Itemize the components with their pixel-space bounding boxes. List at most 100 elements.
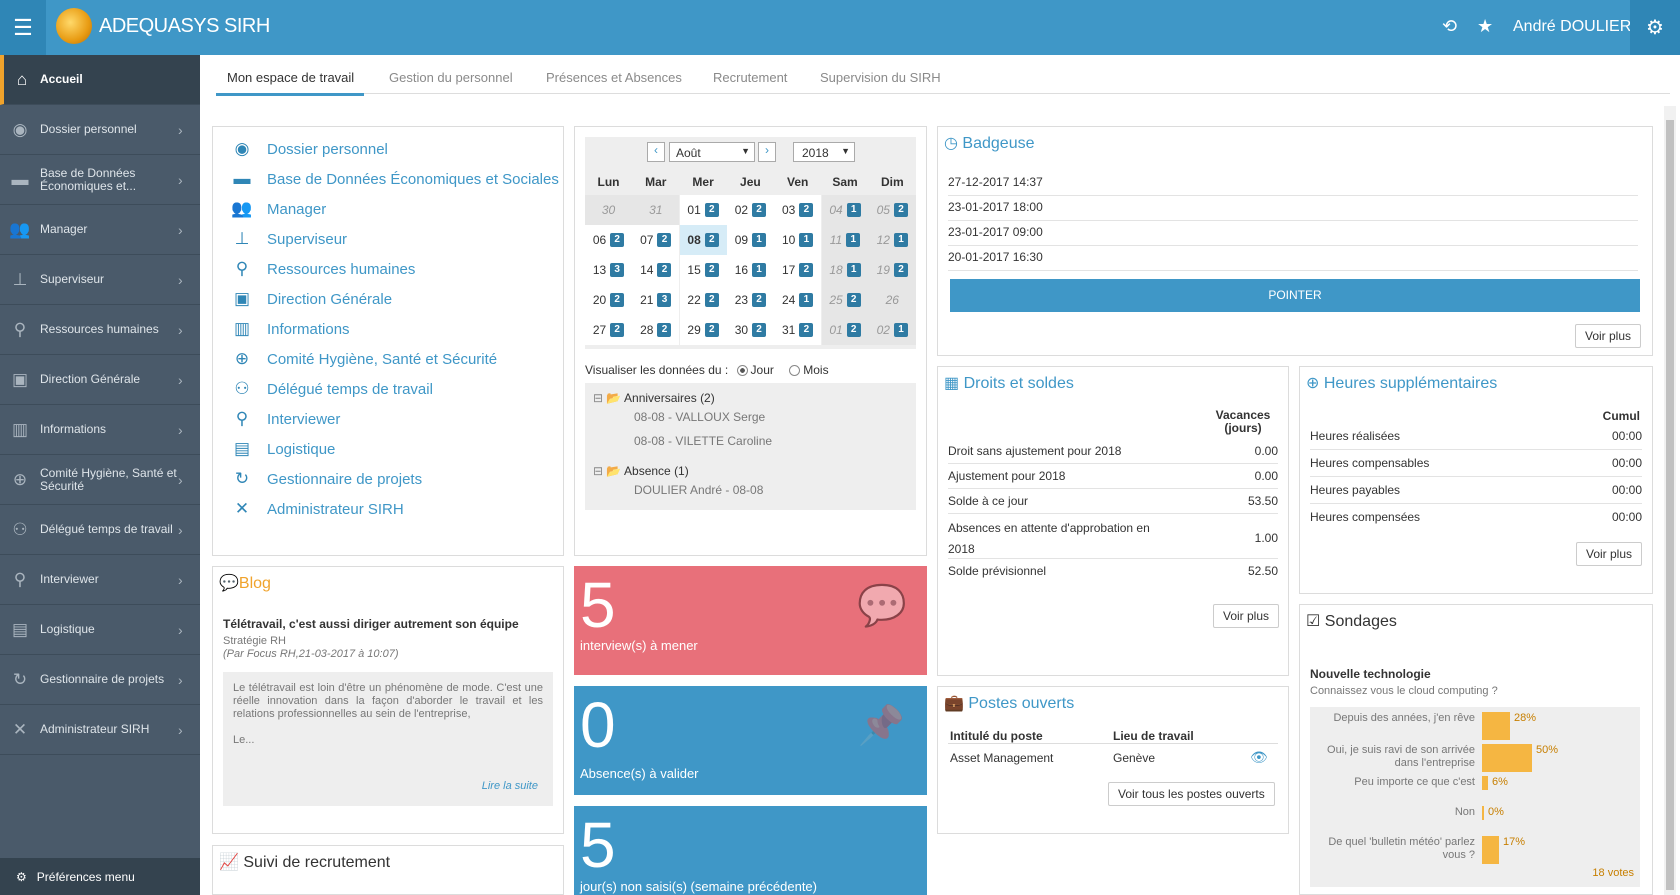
tab-recrutement[interactable]: Recrutement — [713, 70, 787, 85]
year-select[interactable]: 2018 ▼ — [793, 142, 855, 162]
calendar-day[interactable]: 16 1 — [726, 255, 774, 285]
sidebar-item-7[interactable]: ▥ Informations › — [0, 405, 200, 455]
calendar-day[interactable]: 24 1 — [774, 285, 822, 315]
calendar-day[interactable]: 04 1 — [821, 195, 869, 225]
sidebar-item-2[interactable]: ▬ Base de Données Économiques et... › — [0, 155, 200, 205]
calendar-day[interactable]: 30 — [585, 195, 632, 225]
blog-post-title[interactable]: Télétravail, c'est aussi diriger autreme… — [223, 617, 519, 631]
tile-absences[interactable]: 0 Absence(s) à valider 📌 — [574, 686, 927, 795]
workspace-link-10[interactable]: ▤ Logistique — [231, 439, 335, 459]
calendar-day[interactable]: 22 2 — [679, 285, 727, 315]
calendar-day[interactable]: 18 1 — [821, 255, 869, 285]
calendar-day[interactable]: 08 2 — [679, 225, 727, 255]
star-icon[interactable]: ★ — [1477, 16, 1493, 37]
calendar-day[interactable]: 02 1 — [868, 315, 916, 345]
calendar-day[interactable]: 30 2 — [726, 315, 774, 345]
lire-la-suite-link[interactable]: Lire la suite — [482, 780, 538, 793]
calendar-day[interactable]: 15 2 — [679, 255, 727, 285]
pointer-button[interactable]: POINTER — [950, 279, 1640, 312]
sidebar-item-1[interactable]: ◉ Dossier personnel › — [0, 105, 200, 155]
sidebar-item-13[interactable]: ✕ Administrateur SIRH › — [0, 705, 200, 755]
voir-plus-button[interactable]: Voir plus — [1575, 324, 1642, 348]
voir-plus-button[interactable]: Voir plus — [1213, 604, 1280, 628]
calendar-day[interactable]: 07 2 — [632, 225, 680, 255]
tab-presences-absences[interactable]: Présences et Absences — [546, 70, 682, 85]
sidebar-item-3[interactable]: 👥 Manager › — [0, 205, 200, 255]
next-month-chevron-icon[interactable]: › — [758, 142, 776, 162]
workspace-link-12[interactable]: ✕ Administrateur SIRH — [231, 499, 404, 519]
sidebar-item-4[interactable]: ⊥ Superviseur › — [0, 255, 200, 305]
calendar-day[interactable]: 26 — [868, 285, 916, 315]
calendar-day[interactable]: 21 3 — [632, 285, 680, 315]
scrollbar-thumb[interactable] — [1666, 120, 1674, 890]
workspace-link-1[interactable]: ▬ Base de Données Économiques et Sociales — [231, 169, 559, 189]
sidebar-item-5[interactable]: ⚲ Ressources humaines › — [0, 305, 200, 355]
eye-icon[interactable]: 👁 — [1250, 749, 1268, 766]
calendar-day[interactable]: 01 2 — [679, 195, 727, 225]
workspace-link-7[interactable]: ⊕ Comité Hygiène, Santé et Sécurité — [231, 349, 497, 369]
calendar-day[interactable]: 12 1 — [868, 225, 916, 255]
calendar-day[interactable]: 03 2 — [774, 195, 822, 225]
poll-percent: 50% — [1536, 744, 1559, 756]
calendar-day[interactable]: 09 1 — [726, 225, 774, 255]
tree-item: 08-08 - VILETTE Caroline — [634, 434, 773, 448]
voir-tous-postes-button[interactable]: Voir tous les postes ouverts — [1108, 782, 1275, 806]
calendar-day[interactable]: 31 — [632, 195, 680, 225]
calendar-day[interactable]: 27 2 — [585, 315, 632, 345]
history-icon[interactable]: ⟲ — [1442, 16, 1457, 37]
sidebar-item-9[interactable]: ⚇ Délégué temps de travail › — [0, 505, 200, 555]
calendar-day[interactable]: 20 2 — [585, 285, 632, 315]
tree-absence[interactable]: ⊟ 📂 Absence (1) — [593, 464, 689, 478]
scrollbar[interactable] — [1664, 106, 1676, 895]
settings-gear-icon[interactable]: ⚙ — [1630, 0, 1680, 55]
calendar-day[interactable]: 06 2 — [585, 225, 632, 255]
user-menu[interactable]: André DOULIER ▼ — [1513, 18, 1646, 36]
workspace-link-6[interactable]: ▥ Informations — [231, 319, 350, 339]
month-select[interactable]: Août ▼ — [669, 142, 755, 162]
workspace-link-11[interactable]: ↻ Gestionnaire de projets — [231, 469, 422, 489]
preferences-menu-button[interactable]: ⚙ Préférences menu — [0, 858, 200, 895]
sidebar-item-11[interactable]: ▤ Logistique › — [0, 605, 200, 655]
sidebar-item-10[interactable]: ⚲ Interviewer › — [0, 555, 200, 605]
tile-number: 5 — [580, 569, 616, 641]
calendar-day[interactable]: 05 2 — [868, 195, 916, 225]
radio-mois[interactable] — [789, 365, 801, 376]
calendar-day[interactable]: 01 2 — [821, 315, 869, 345]
calendar-day[interactable]: 14 2 — [632, 255, 680, 285]
radio-jour[interactable] — [736, 365, 748, 376]
sidebar-item-6[interactable]: ▣ Direction Générale › — [0, 355, 200, 405]
workspace-link-3[interactable]: ⊥ Superviseur — [231, 229, 347, 249]
prev-month-chevron-icon[interactable]: ‹ — [647, 142, 665, 162]
calendar-day[interactable]: 11 1 — [821, 225, 869, 255]
calendar-day[interactable]: 19 2 — [868, 255, 916, 285]
workspace-link-9[interactable]: ⚲ Interviewer — [231, 409, 341, 429]
tab-supervision[interactable]: Supervision du SIRH — [820, 70, 941, 85]
calendar-day[interactable]: 13 3 — [585, 255, 632, 285]
workspace-link-4[interactable]: ⚲ Ressources humaines — [231, 259, 416, 279]
plus-square-icon: ⊕ — [12, 469, 28, 489]
sidebar-item-12[interactable]: ↻ Gestionnaire de projets › — [0, 655, 200, 705]
voir-plus-button[interactable]: Voir plus — [1576, 542, 1643, 566]
calendar-day[interactable]: 23 2 — [726, 285, 774, 315]
sidebar-item-8[interactable]: ⊕ Comité Hygiène, Santé et Sécurité › — [0, 455, 200, 505]
tile-jours-non-saisis[interactable]: 5 jour(s) non saisi(s) (semaine précéden… — [574, 806, 927, 895]
calendar-day[interactable]: 02 2 — [726, 195, 774, 225]
tile-interviews[interactable]: 5 interview(s) à mener 💬 — [574, 566, 927, 675]
event-count-badge: 2 — [846, 293, 861, 307]
calendar-day[interactable]: 31 2 — [774, 315, 822, 345]
calendar-day[interactable]: 29 2 — [679, 315, 727, 345]
calendar-day[interactable]: 28 2 — [632, 315, 680, 345]
calendar-day[interactable]: 17 2 — [774, 255, 822, 285]
workspace-link-2[interactable]: 👥 Manager — [231, 199, 326, 219]
calendar-day[interactable]: 25 2 — [821, 285, 869, 315]
workspace-link-8[interactable]: ⚇ Délégué temps de travail — [231, 379, 433, 399]
chevron-right-icon: › — [178, 271, 183, 288]
tab-gestion-personnel[interactable]: Gestion du personnel — [389, 70, 513, 85]
menu-toggle-icon[interactable]: ☰ — [0, 0, 46, 55]
workspace-link-0[interactable]: ◉ Dossier personnel — [231, 139, 388, 159]
tree-anniversaires[interactable]: ⊟ 📂 Anniversaires (2) — [593, 391, 715, 405]
calendar-day[interactable]: 10 1 — [774, 225, 822, 255]
tab-espace-travail[interactable]: Mon espace de travail — [216, 70, 365, 96]
workspace-link-5[interactable]: ▣ Direction Générale — [231, 289, 392, 309]
sidebar-item-0[interactable]: ⌂ Accueil — [0, 55, 200, 105]
